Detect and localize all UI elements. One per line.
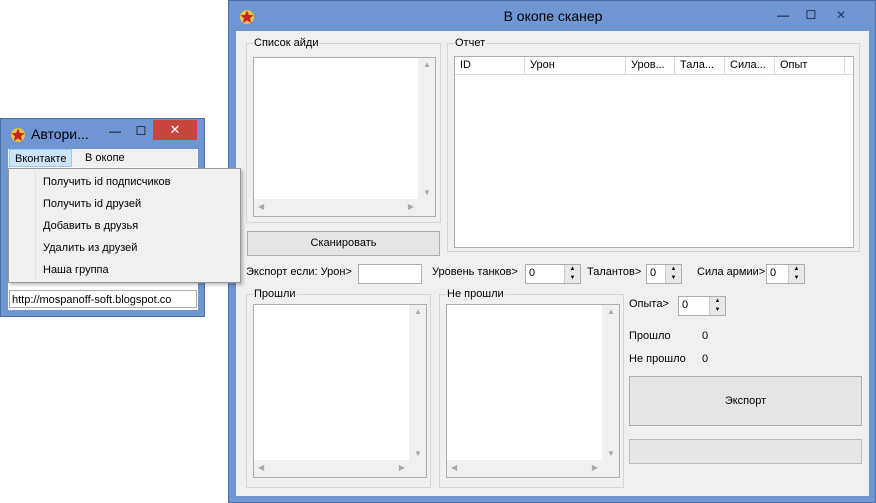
app-star-icon xyxy=(11,128,25,142)
auth-window-title: Автори... xyxy=(31,126,89,142)
army-power-value: 0 xyxy=(770,267,777,279)
scroll-up-icon: ▲ xyxy=(607,307,615,316)
menu-vkontakte[interactable]: Вконтакте xyxy=(9,149,73,167)
experience-value: 0 xyxy=(682,299,689,311)
passed-count-value: 0 xyxy=(702,330,709,342)
menu-item-remove-friends[interactable]: Удалить из друзей xyxy=(43,242,137,254)
menu-item-add-friends[interactable]: Добавить в друзья xyxy=(43,220,138,232)
not-passed-hscroll[interactable]: ◀ ▶ xyxy=(447,460,619,477)
tank-level-label: Уровень танков> xyxy=(432,266,518,278)
column-damage[interactable]: Урон xyxy=(525,57,626,74)
minimize-button[interactable]: — xyxy=(769,5,797,25)
army-power-label: Сила армии> xyxy=(697,266,766,278)
main-window: В окопе сканер — ☐ ✕ Список айди ▲ ▼ ◀ ▶… xyxy=(228,0,876,503)
spin-down-icon[interactable]: ▼ xyxy=(665,274,681,283)
passed-textbox[interactable]: ▲ ▼ ◀ ▶ xyxy=(253,304,427,478)
vkontakte-dropdown-menu: Получить id подписчиков Получить id друз… xyxy=(8,168,241,283)
id-list-legend: Список айди xyxy=(254,37,319,49)
id-list-vscroll[interactable]: ▲ ▼ xyxy=(418,58,435,199)
tank-level-value: 0 xyxy=(529,267,536,279)
url-textbox[interactable]: http://mospanoff-soft.blogspot.co xyxy=(9,290,197,308)
scroll-up-icon: ▲ xyxy=(414,307,422,316)
id-list-textbox[interactable]: ▲ ▼ ◀ ▶ xyxy=(253,57,436,217)
close-button[interactable]: ✕ xyxy=(827,5,855,25)
passed-legend: Прошли xyxy=(254,288,296,300)
menu-icon-gutter xyxy=(35,171,36,280)
export-button[interactable]: Экспорт xyxy=(629,376,862,426)
damage-input[interactable] xyxy=(358,264,422,284)
auth-menu-bar: Вконтакте В окопе xyxy=(8,149,198,167)
talents-value: 0 xyxy=(650,267,657,279)
report-header: ID Урон Уров... Тала... Сила... Опыт xyxy=(455,57,853,75)
spin-down-icon[interactable]: ▼ xyxy=(788,274,804,283)
column-tank-level[interactable]: Уров... xyxy=(626,57,675,74)
not-passed-count-value: 0 xyxy=(702,353,709,365)
scan-button[interactable]: Сканировать xyxy=(247,231,440,256)
report-listview[interactable]: ID Урон Уров... Тала... Сила... Опыт xyxy=(454,56,854,248)
scroll-up-icon: ▲ xyxy=(423,60,431,69)
column-army-power[interactable]: Сила... xyxy=(725,57,775,74)
scroll-right-icon: ▶ xyxy=(407,202,414,211)
auth-maximize-button[interactable]: ☐ xyxy=(127,121,155,141)
talents-stepper[interactable]: 0 ▲ ▼ xyxy=(646,264,682,284)
not-passed-textbox[interactable]: ▲ ▼ ◀ ▶ xyxy=(446,304,620,478)
not-passed-count-label: Не прошло xyxy=(629,353,686,365)
menu-item-our-group[interactable]: Наша группа xyxy=(43,264,109,276)
scroll-down-icon: ▼ xyxy=(607,449,615,458)
spin-down-icon[interactable]: ▼ xyxy=(709,306,725,315)
menu-item-get-subscriber-ids[interactable]: Получить id подписчиков xyxy=(43,176,171,188)
tank-level-stepper[interactable]: 0 ▲ ▼ xyxy=(525,264,581,284)
spin-down-icon[interactable]: ▼ xyxy=(564,274,580,283)
passed-hscroll[interactable]: ◀ ▶ xyxy=(254,460,426,477)
talents-label: Талантов> xyxy=(587,266,642,278)
scroll-left-icon: ◀ xyxy=(258,202,265,211)
scroll-right-icon: ▶ xyxy=(398,463,405,472)
report-legend: Отчет xyxy=(455,37,486,49)
maximize-button[interactable]: ☐ xyxy=(797,5,825,25)
experience-label: Опыта> xyxy=(629,298,669,310)
scroll-left-icon: ◀ xyxy=(451,463,458,472)
id-list-hscroll[interactable]: ◀ ▶ xyxy=(254,199,435,216)
progress-bar xyxy=(629,439,862,464)
not-passed-vscroll[interactable]: ▲ ▼ xyxy=(602,305,619,460)
passed-vscroll[interactable]: ▲ ▼ xyxy=(409,305,426,460)
passed-count-label: Прошло xyxy=(629,330,671,342)
auth-minimize-button[interactable]: — xyxy=(101,121,129,141)
auth-close-button[interactable]: ✕ xyxy=(153,120,197,140)
scroll-down-icon: ▼ xyxy=(414,449,422,458)
export-if-damage-label: Экспорт если: Урон> xyxy=(246,266,352,278)
scroll-down-icon: ▼ xyxy=(423,188,431,197)
column-experience[interactable]: Опыт xyxy=(775,57,845,74)
column-id[interactable]: ID xyxy=(455,57,525,74)
menu-v-okope[interactable]: В окопе xyxy=(80,149,130,167)
experience-stepper[interactable]: 0 ▲ ▼ xyxy=(678,296,726,316)
not-passed-legend: Не прошли xyxy=(447,288,504,300)
scroll-right-icon: ▶ xyxy=(591,463,598,472)
column-talents[interactable]: Тала... xyxy=(675,57,725,74)
menu-item-get-friend-ids[interactable]: Получить id друзей xyxy=(43,198,141,210)
main-client-area: Список айди ▲ ▼ ◀ ▶ Отчет ID Урон Уров..… xyxy=(236,31,869,496)
army-power-stepper[interactable]: 0 ▲ ▼ xyxy=(766,264,805,284)
scroll-left-icon: ◀ xyxy=(258,463,265,472)
